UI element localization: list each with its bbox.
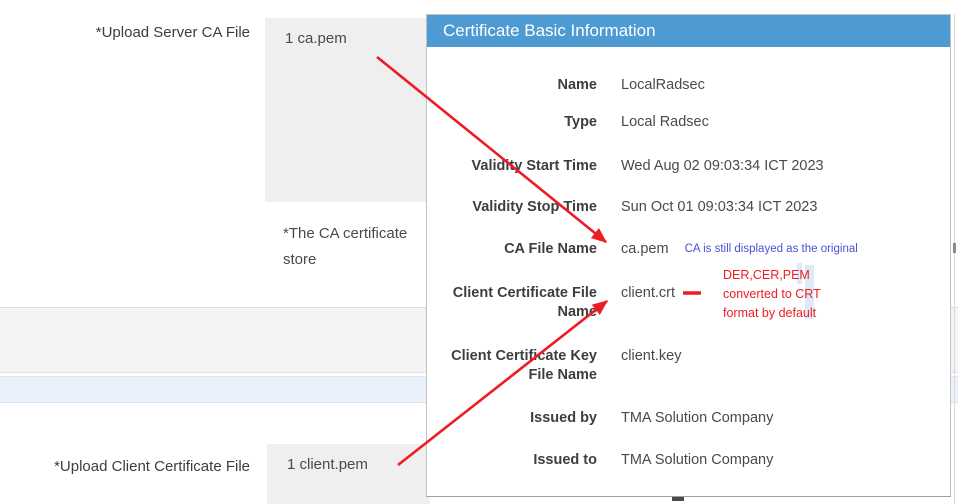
row-label: Name [427,76,597,95]
row-label: Client Certificate Key File Name [427,347,597,385]
client-cert-dropzone[interactable]: 1 client.pem [267,444,430,504]
info-row-issued-by: Issued by TMA Solution Company [427,409,950,428]
row-value: Sun Oct 01 09:03:34 ICT 2023 [621,198,817,217]
window-right-edge [954,14,955,504]
info-row-name: Name LocalRadsec [427,76,950,95]
info-row-client-cert-key: Client Certificate Key File Name client.… [427,347,950,385]
resize-handle-mark [672,497,684,501]
row-value: client.crt [621,284,675,303]
info-row-validity-stop: Validity Stop Time Sun Oct 01 09:03:34 I… [427,198,950,217]
server-ca-file-chip[interactable]: 1 ca.pem [285,30,347,47]
row-value: Wed Aug 02 09:03:34 ICT 2023 [621,157,824,176]
info-row-issued-to: Issued to TMA Solution Company [427,451,950,470]
server-ca-dropzone[interactable]: 1 ca.pem [265,18,430,202]
row-value: TMA Solution Company [621,451,773,470]
row-label: Issued by [427,409,597,428]
crt-conversion-annotation: DER,CER,PEM converted to CRT format by d… [723,266,821,323]
certificate-info-panel: Certificate Basic Information Name Local… [426,14,951,497]
row-label: Issued to [427,451,597,470]
info-row-validity-start: Validity Start Time Wed Aug 02 09:03:34 … [427,157,950,176]
ca-displayed-note: CA is still displayed as the original [685,240,858,259]
ca-certificate-note: *The CA certificate store [283,221,443,273]
panel-title: Certificate Basic Information [427,15,950,47]
info-row-type: Type Local Radsec [427,113,950,132]
upload-client-cert-label: *Upload Client Certificate File [0,458,250,475]
info-row-ca-file-name: CA File Name ca.pem CA is still displaye… [427,240,950,259]
certificate-upload-screen: *Upload Server CA File 1 ca.pem *The CA … [0,0,958,504]
upload-server-ca-label: *Upload Server CA File [0,24,250,41]
info-row-client-cert-file: Client Certificate File Name client.crt [427,284,950,322]
row-label: CA File Name [427,240,597,259]
row-label: Validity Stop Time [427,198,597,217]
row-value: TMA Solution Company [621,409,773,428]
client-cert-file-chip[interactable]: 1 client.pem [287,456,368,473]
row-value: ca.pem [621,240,669,259]
row-value: LocalRadsec [621,76,705,95]
row-value: Local Radsec [621,113,709,132]
row-value: client.key [621,347,681,366]
scrollbar-tick [953,243,956,253]
row-label: Validity Start Time [427,157,597,176]
row-label: Client Certificate File Name [427,284,597,322]
row-label: Type [427,113,597,132]
